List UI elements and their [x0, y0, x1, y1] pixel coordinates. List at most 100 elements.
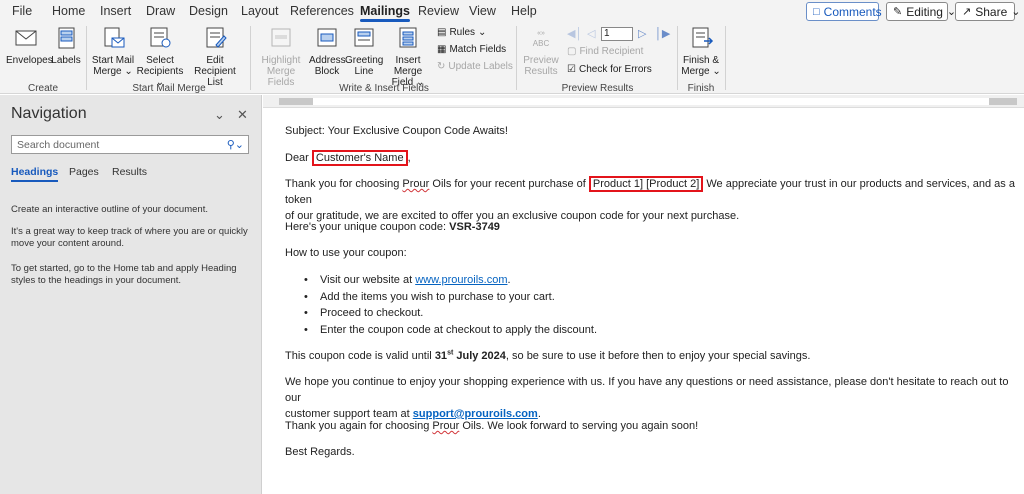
greeting-line-button[interactable]: Greeting Line [345, 26, 383, 77]
tab-headings[interactable]: Headings [11, 166, 59, 182]
document-page[interactable]: Subject: Your Exclusive Coupon Code Awai… [263, 108, 1024, 494]
closing-paragraph: Thank you again for choosing Prour Oils.… [285, 420, 699, 432]
list-item: Add the items you wish to purchase to yo… [304, 289, 555, 305]
tab-file[interactable]: File [12, 4, 32, 18]
pencil-icon: ✎ [893, 6, 903, 18]
insert-field-icon [399, 27, 417, 48]
nav-help-text-3: To get started, go to the Home tab and a… [11, 263, 237, 286]
preview-results-button[interactable]: «» ABC Preview Results [521, 26, 561, 77]
find-recipient-icon: ▢ [567, 46, 577, 57]
tab-draw[interactable]: Draw [146, 4, 175, 18]
address-block-button[interactable]: Address Block [309, 26, 346, 77]
product-field[interactable]: Product 1] [Product 2] [588, 176, 704, 192]
tab-insert[interactable]: Insert [100, 4, 131, 18]
customer-name-field[interactable]: Customer's Name [311, 150, 408, 166]
tab-layout[interactable]: Layout [241, 4, 279, 18]
preview-abc-icon: «» ABC [533, 30, 550, 48]
thank-you-paragraph: Thank you for choosing Prour Oils for yo… [285, 176, 1015, 222]
update-labels-button[interactable]: ↻ Update Labels [437, 61, 513, 72]
horizontal-ruler[interactable] [263, 95, 1024, 108]
finish-merge-icon [692, 27, 714, 48]
record-number-input[interactable]: 1 [601, 27, 633, 41]
coupon-code: VSR-3749 [449, 221, 500, 233]
update-labels-icon: ↻ [437, 61, 446, 72]
greeting-paragraph: Dear Customer's Name, [285, 150, 411, 166]
website-link[interactable]: www.prouroils.com [415, 274, 507, 286]
tab-pages[interactable]: Pages [69, 166, 99, 178]
group-separator [677, 26, 678, 90]
group-preview-results: Preview Results [561, 83, 634, 94]
group-separator [516, 26, 517, 90]
tab-results[interactable]: Results [112, 166, 147, 178]
group-separator [86, 26, 87, 90]
edit-list-icon [206, 27, 227, 48]
how-to-heading: How to use your coupon: [285, 247, 407, 259]
comments-button[interactable]: □ Comments [806, 2, 882, 21]
first-record-icon[interactable]: ◀│ [567, 27, 582, 40]
chevron-down-icon: ⌄ [1011, 6, 1021, 18]
search-input[interactable]: Search document ⚲⌄ [11, 135, 249, 154]
share-button[interactable]: ↗ Share ⌄ [955, 2, 1020, 21]
tab-home[interactable]: Home [52, 4, 85, 18]
ribbon: Envelopes Labels Create Start Mail Merge… [0, 22, 1024, 94]
tab-design[interactable]: Design [189, 4, 228, 18]
finish-merge-button[interactable]: Finish & Merge ⌄ [681, 26, 721, 77]
insert-merge-field-button[interactable]: Insert Merge Field ⌄ [382, 26, 434, 88]
next-record-icon[interactable]: ▷ [638, 27, 646, 40]
nav-help-text-2: It's a great way to keep track of where … [11, 226, 248, 249]
tab-help[interactable]: Help [511, 4, 537, 18]
close-icon[interactable]: ✕ [237, 107, 248, 123]
sign-off: Best Regards. [285, 446, 355, 458]
list-item: Enter the coupon code at checkout to app… [304, 322, 597, 338]
chevron-down-icon: ⌄ [478, 27, 487, 38]
group-write-insert: Write & Insert Fields [339, 83, 429, 94]
support-paragraph: We hope you continue to enjoy your shopp… [285, 376, 1009, 420]
match-fields-icon: ▦ [437, 44, 447, 55]
nav-help-text-1: Create an interactive outline of your do… [11, 204, 208, 215]
select-recipients-button[interactable]: Select Recipients ⌄ [134, 26, 186, 88]
navigation-pane: Navigation ⌄ ✕ Search document ⚲⌄ Headin… [0, 95, 262, 494]
start-mail-merge-button[interactable]: Start Mail Merge ⌄ [91, 26, 135, 77]
comment-icon: □ [813, 5, 820, 18]
labels-button[interactable]: Labels [50, 26, 82, 66]
last-record-icon[interactable]: │▶ [655, 27, 670, 40]
address-block-icon [317, 28, 337, 47]
share-icon: ↗ [962, 6, 972, 18]
envelopes-button[interactable]: Envelopes [6, 26, 53, 66]
check-for-errors-button[interactable]: ☑ Check for Errors [567, 64, 652, 75]
coupon-paragraph: Here's your unique coupon code: VSR-3749 [285, 221, 500, 233]
svg-text:ABC: ABC [533, 39, 550, 48]
group-separator [725, 26, 726, 90]
group-separator [250, 26, 251, 90]
rules-button[interactable]: ▤ Rules ⌄ [437, 27, 486, 38]
svg-text:«»: «» [537, 30, 545, 37]
tab-review[interactable]: Review [418, 4, 459, 18]
email-subject: Subject: Your Exclusive Coupon Code Awai… [285, 125, 508, 137]
edit-recipient-list-button[interactable]: Edit Recipient List [186, 26, 244, 88]
list-item: Visit our website at www.prouroils.com. [304, 272, 511, 288]
chevron-down-icon[interactable]: ⌄ [214, 107, 225, 123]
rules-icon: ▤ [437, 27, 447, 38]
mail-merge-icon [104, 27, 125, 48]
tab-references[interactable]: References [290, 4, 354, 18]
group-start-mail-merge: Start Mail Merge [132, 83, 206, 94]
labels-icon [58, 27, 75, 49]
highlight-icon [271, 28, 291, 47]
validity-paragraph: This coupon code is valid until 31st Jul… [285, 349, 811, 362]
check-errors-icon: ☑ [567, 64, 576, 75]
editing-button[interactable]: ✎ Editing ⌄ [886, 2, 956, 21]
envelope-icon [15, 30, 37, 46]
navigation-title: Navigation [11, 105, 87, 122]
group-finish: Finish [687, 83, 715, 94]
tab-mailings[interactable]: Mailings [360, 4, 411, 22]
menu-bar: File Home Insert Draw Design Layout Refe… [0, 0, 1024, 22]
tab-view[interactable]: View [469, 4, 496, 18]
list-item: Proceed to checkout. [304, 305, 423, 321]
greeting-line-icon [354, 28, 374, 47]
recipients-icon [150, 27, 171, 48]
previous-record-icon[interactable]: ◁ [587, 27, 595, 40]
search-icon[interactable]: ⚲⌄ [227, 138, 244, 151]
highlight-merge-fields-button[interactable]: Highlight Merge Fields [254, 26, 308, 88]
match-fields-button[interactable]: ▦ Match Fields [437, 44, 506, 55]
find-recipient-button[interactable]: ▢ Find Recipient [567, 46, 643, 57]
